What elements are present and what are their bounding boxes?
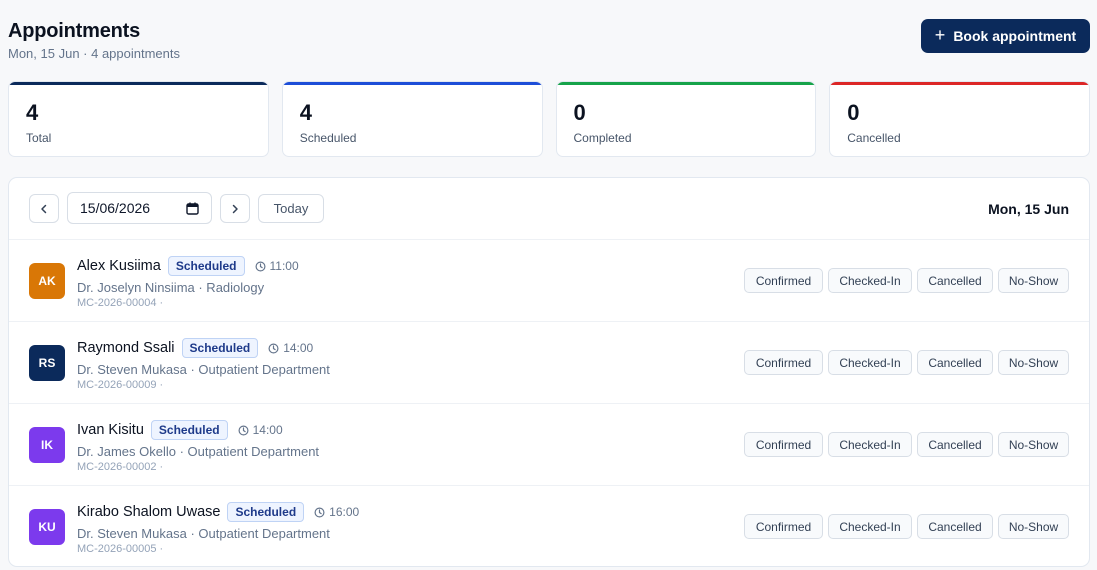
patient-name: Raymond Ssali xyxy=(77,340,175,356)
clock-icon xyxy=(255,261,265,271)
appointment-time: 16:00 xyxy=(314,505,359,519)
appointment-row: AK Alex Kusiima Scheduled 11:00 Dr. Jose… xyxy=(9,240,1089,322)
stat-accent-bar xyxy=(9,82,268,85)
page-header: Appointments Mon, 15 Jun · 4 appointment… xyxy=(8,18,180,61)
date-input-value: 15/06/2026 xyxy=(80,200,151,216)
appointment-reference: MC-2026-00004 · xyxy=(77,297,164,309)
stat-label: Cancelled xyxy=(847,131,901,145)
appointment-info: Ivan Kisitu Scheduled 14:00 Dr. James Ok… xyxy=(77,419,319,473)
page-subtitle: Mon, 15 Jun · 4 appointments xyxy=(8,46,180,61)
stat-accent-bar xyxy=(282,82,542,85)
chevron-right-icon xyxy=(232,204,238,213)
appointment-time: 11:00 xyxy=(255,259,299,273)
status-actions: Confirmed Checked-In Cancelled No-Show xyxy=(744,432,1069,457)
cancelled-button[interactable]: Cancelled xyxy=(917,350,993,375)
page-title: Appointments xyxy=(8,20,141,42)
selected-date-heading: Mon, 15 Jun xyxy=(988,201,1069,217)
calendar-icon[interactable] xyxy=(186,202,199,215)
confirmed-button[interactable]: Confirmed xyxy=(744,350,823,375)
clock-icon xyxy=(238,425,249,435)
appointment-info: Kirabo Shalom Uwase Scheduled 16:00 Dr. … xyxy=(77,501,359,555)
time-label: 14:00 xyxy=(252,423,283,437)
status-actions: Confirmed Checked-In Cancelled No-Show xyxy=(744,514,1069,539)
status-badge: Scheduled xyxy=(150,420,228,440)
appointment-info: Raymond Ssali Scheduled 14:00 Dr. Steven… xyxy=(77,337,330,391)
time-label: 14:00 xyxy=(283,341,314,355)
stat-value: 0 xyxy=(573,100,586,125)
stat-card-completed: 0 Completed xyxy=(555,81,817,157)
previous-day-button[interactable] xyxy=(29,194,59,223)
patient-name: Alex Kusiima xyxy=(77,258,161,274)
avatar: AK xyxy=(29,263,65,299)
avatar: IK xyxy=(29,427,65,463)
confirmed-button[interactable]: Confirmed xyxy=(744,514,823,539)
chevron-left-icon xyxy=(41,204,47,213)
time-label: 16:00 xyxy=(329,505,360,519)
date-toolbar: 15/06/2026 Today Mon, 15 Jun xyxy=(9,178,1089,240)
checked-in-button[interactable]: Checked-In xyxy=(828,432,912,457)
clock-icon xyxy=(268,343,279,353)
doctor-department: Dr. Steven Mukasa · Outpatient Departmen… xyxy=(77,362,330,377)
time-label: 11:00 xyxy=(269,259,299,273)
stat-card-cancelled: 0 Cancelled xyxy=(829,81,1090,157)
stats-row: 4 Total 4 Scheduled 0 Completed 0 Cancel… xyxy=(8,81,1090,157)
confirmed-button[interactable]: Confirmed xyxy=(744,268,823,293)
status-badge: Scheduled xyxy=(167,256,245,276)
clock-icon xyxy=(314,507,325,517)
stat-accent-bar xyxy=(556,82,816,85)
stat-label: Completed xyxy=(573,131,632,145)
confirmed-button[interactable]: Confirmed xyxy=(744,432,823,457)
book-appointment-label: Book appointment xyxy=(953,28,1077,44)
stat-accent-bar xyxy=(830,82,1089,85)
stat-card-total: 4 Total xyxy=(8,81,269,157)
appointment-row: IK Ivan Kisitu Scheduled 14:00 Dr. James… xyxy=(9,404,1089,486)
no-show-button[interactable]: No-Show xyxy=(998,350,1069,375)
cancelled-button[interactable]: Cancelled xyxy=(917,514,993,539)
patient-name: Kirabo Shalom Uwase xyxy=(77,504,221,520)
appointment-row: KU Kirabo Shalom Uwase Scheduled 16:00 D… xyxy=(9,486,1089,566)
avatar: RS xyxy=(29,345,65,381)
appointment-time: 14:00 xyxy=(238,423,283,437)
patient-name: Ivan Kisitu xyxy=(77,422,144,438)
stat-label: Scheduled xyxy=(299,131,357,145)
checked-in-button[interactable]: Checked-In xyxy=(828,514,912,539)
no-show-button[interactable]: No-Show xyxy=(998,514,1069,539)
appointment-info: Alex Kusiima Scheduled 11:00 Dr. Joselyn… xyxy=(77,255,299,309)
no-show-button[interactable]: No-Show xyxy=(998,268,1069,293)
status-actions: Confirmed Checked-In Cancelled No-Show xyxy=(744,268,1069,293)
appointment-reference: MC-2026-00002 · xyxy=(77,461,164,473)
status-badge: Scheduled xyxy=(181,338,259,358)
date-input[interactable]: 15/06/2026 xyxy=(67,192,212,224)
cancelled-button[interactable]: Cancelled xyxy=(917,432,993,457)
doctor-department: Dr. James Okello · Outpatient Department xyxy=(77,444,320,459)
stat-value: 0 xyxy=(847,100,860,125)
stat-value: 4 xyxy=(299,100,312,125)
no-show-button[interactable]: No-Show xyxy=(998,432,1069,457)
checked-in-button[interactable]: Checked-In xyxy=(828,268,912,293)
cancelled-button[interactable]: Cancelled xyxy=(917,268,993,293)
checked-in-button[interactable]: Checked-In xyxy=(828,350,912,375)
stat-label: Total xyxy=(26,131,52,145)
status-badge: Scheduled xyxy=(227,502,305,522)
status-actions: Confirmed Checked-In Cancelled No-Show xyxy=(744,350,1069,375)
doctor-department: Dr. Joselyn Ninsiima · Radiology xyxy=(77,280,265,295)
appointment-row: RS Raymond Ssali Scheduled 14:00 Dr. Ste… xyxy=(9,322,1089,404)
avatar: KU xyxy=(29,509,65,545)
doctor-department: Dr. Steven Mukasa · Outpatient Departmen… xyxy=(77,526,330,541)
appointment-reference: MC-2026-00005 · xyxy=(77,543,164,555)
stat-value: 4 xyxy=(26,100,39,125)
today-button[interactable]: Today xyxy=(258,194,324,223)
plus-icon: + xyxy=(934,25,946,45)
appointment-reference: MC-2026-00009 · xyxy=(77,379,164,391)
book-appointment-button[interactable]: + Book appointment xyxy=(921,19,1090,53)
stat-card-scheduled: 4 Scheduled xyxy=(281,81,543,157)
appointment-time: 14:00 xyxy=(268,341,313,355)
appointments-panel: 15/06/2026 Today Mon, 15 Jun AK Alex Kus… xyxy=(8,177,1090,567)
next-day-button[interactable] xyxy=(220,194,250,223)
